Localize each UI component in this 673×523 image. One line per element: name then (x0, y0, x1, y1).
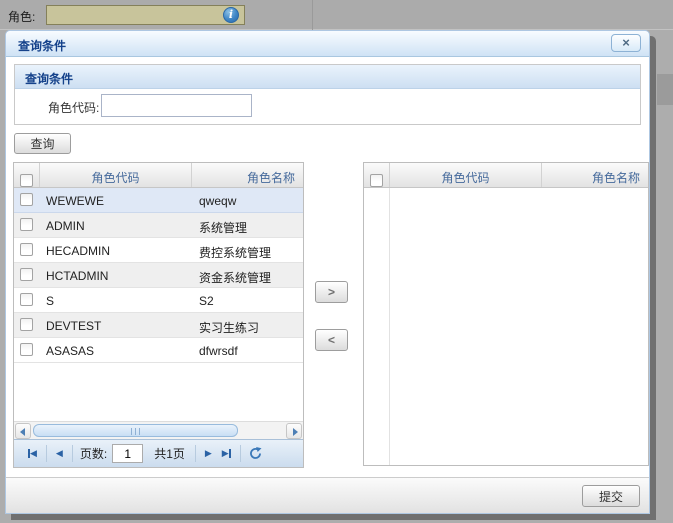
role-name-cell: 系统管理 (192, 213, 303, 237)
role-name-cell: dfwrsdf (192, 338, 303, 362)
row-checkbox-cell (14, 188, 40, 212)
close-icon: × (622, 35, 630, 50)
role-name-cell: 资金系统管理 (192, 263, 303, 287)
scroll-right-icon[interactable] (286, 423, 302, 439)
table-row[interactable]: DEVTEST 实习生练习 (14, 313, 303, 338)
move-right-button[interactable]: > (315, 281, 348, 303)
table-row[interactable]: S S2 (14, 288, 303, 313)
total-pages-label: 共1页 (154, 445, 185, 462)
right-col-header-code[interactable]: 角色代码 (390, 163, 542, 187)
last-page-icon[interactable]: ▶ (217, 448, 236, 459)
role-code-cell: HCTADMIN (40, 263, 192, 287)
role-field-label: 角色: (8, 8, 35, 25)
query-panel-body: 角色代码: (15, 89, 640, 124)
pager-separator (240, 445, 241, 462)
role-code-cell: ADMIN (40, 213, 192, 237)
row-checkbox[interactable] (20, 293, 33, 306)
pager-separator (72, 445, 73, 462)
dialog-footer: 提交 (6, 477, 649, 513)
dialog-title-bar[interactable]: 查询条件 × (6, 31, 649, 57)
scroll-left-icon[interactable] (15, 423, 31, 439)
role-name-cell: 实习生练习 (192, 313, 303, 337)
row-checkbox-cell (14, 263, 40, 287)
left-col-header-name[interactable]: 角色名称 (192, 163, 303, 187)
right-grid-empty-body (364, 188, 648, 465)
query-conditions-panel: 查询条件 角色代码: (14, 64, 641, 125)
left-col-header-code[interactable]: 角色代码 (40, 163, 192, 187)
role-name-cell: qweqw (192, 188, 303, 212)
row-checkbox[interactable] (20, 318, 33, 331)
role-field-input[interactable] (46, 5, 245, 25)
table-row[interactable]: HCTADMIN 资金系统管理 (14, 263, 303, 288)
role-code-cell: HECADMIN (40, 238, 192, 262)
background-panel-band (657, 74, 673, 105)
row-checkbox-cell (14, 338, 40, 362)
row-checkbox[interactable] (20, 193, 33, 206)
row-checkbox[interactable] (20, 218, 33, 231)
role-code-cell: WEWEWE (40, 188, 192, 212)
row-checkbox-cell (14, 313, 40, 337)
role-code-label: 角色代码: (48, 99, 99, 116)
table-row[interactable]: ASASAS dfwrsdf (14, 338, 303, 363)
available-roles-grid: 角色代码 角色名称 WEWEWE qweqw ADMIN 系统管理 HECADM… (13, 162, 304, 468)
horizontal-scrollbar[interactable] (14, 421, 303, 439)
row-checkbox-cell (14, 238, 40, 262)
select-all-header-cell (364, 163, 390, 187)
pager-separator (46, 445, 47, 462)
info-icon[interactable]: i (223, 7, 239, 23)
submit-button[interactable]: 提交 (582, 485, 640, 507)
selected-roles-grid: 角色代码 角色名称 (363, 162, 649, 466)
dialog-title: 查询条件 (18, 37, 66, 54)
query-panel-header: 查询条件 (15, 65, 640, 89)
pager-separator (195, 445, 196, 462)
next-page-icon[interactable]: ▶ (200, 448, 217, 459)
page-number-label: 页数: (80, 445, 107, 462)
page-top-bar: 角色: i (0, 0, 673, 30)
row-checkbox[interactable] (20, 343, 33, 356)
role-code-input[interactable] (101, 94, 252, 117)
row-checkbox[interactable] (20, 243, 33, 256)
right-grid-header: 角色代码 角色名称 (364, 163, 648, 188)
scrollbar-thumb[interactable] (33, 424, 238, 437)
page-number-input[interactable] (112, 444, 143, 463)
select-all-checkbox[interactable] (370, 174, 383, 187)
table-row[interactable]: HECADMIN 费控系统管理 (14, 238, 303, 263)
table-row[interactable]: WEWEWE qweqw (14, 188, 303, 213)
first-page-icon[interactable]: ◀ (23, 448, 42, 459)
query-button[interactable]: 查询 (14, 133, 71, 154)
role-code-cell: ASASAS (40, 338, 192, 362)
row-checkbox[interactable] (20, 268, 33, 281)
close-button[interactable]: × (611, 34, 641, 52)
row-checkbox-cell (14, 288, 40, 312)
role-name-cell: 费控系统管理 (192, 238, 303, 262)
role-name-cell: S2 (192, 288, 303, 312)
checkbox-column-divider (389, 188, 390, 465)
pagination-toolbar: ◀ ◀ 页数: 共1页 ▶ ▶ (14, 439, 303, 467)
refresh-icon[interactable] (249, 447, 262, 460)
select-all-checkbox[interactable] (20, 174, 33, 187)
top-bar-divider (312, 0, 313, 30)
right-col-header-name[interactable]: 角色名称 (542, 163, 648, 187)
prev-page-icon[interactable]: ◀ (51, 448, 68, 459)
role-code-cell: DEVTEST (40, 313, 192, 337)
query-dialog-window: 查询条件 × 查询条件 角色代码: 查询 角色代码 角色名称 WEWEWE qw… (5, 30, 650, 514)
row-checkbox-cell (14, 213, 40, 237)
select-all-header-cell (14, 163, 40, 187)
role-code-cell: S (40, 288, 192, 312)
table-row[interactable]: ADMIN 系统管理 (14, 213, 303, 238)
left-grid-header: 角色代码 角色名称 (14, 163, 303, 188)
move-left-button[interactable]: < (315, 329, 348, 351)
